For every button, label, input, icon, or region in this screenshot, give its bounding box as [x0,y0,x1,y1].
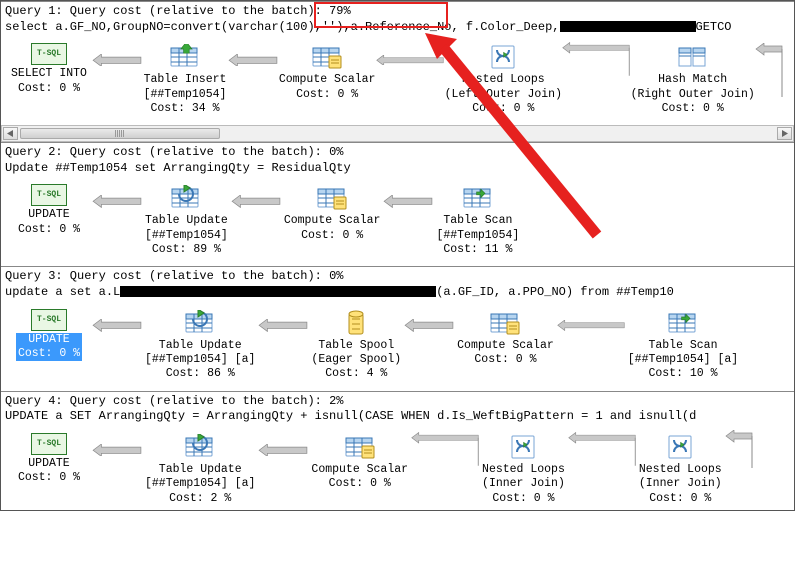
hash-match-icon [676,43,710,71]
query-2-title: Query 2: Query cost (relative to the bat… [5,145,329,159]
query-3-cost: 0% [329,269,343,283]
query-2-cost: 0% [329,145,343,159]
compute-scalar-icon [310,43,344,71]
query-1-sql-b: GETCO [696,20,732,34]
plan-node-table-scan[interactable]: Table Scan [##Temp1054] [a] Cost: 10 % [628,309,738,382]
plan-node-table-spool[interactable]: Table Spool (Eager Spool) Cost: 4 % [311,309,401,382]
query-3-sql-a: update a set a.L [5,285,120,299]
plan-arrow-icon [228,184,284,218]
plan-arrow-icon [89,43,145,77]
query-1-plan[interactable]: T-SQL SELECT INTO Cost: 0 % Table Insert… [1,37,794,125]
plan-arrow-icon [255,309,311,343]
compute-scalar-icon [488,309,522,337]
table-scan-icon [461,184,495,212]
plan-node-nested-loops[interactable]: Nested Loops (Left Outer Join) Cost: 0 % [447,43,559,116]
table-update-icon [183,433,217,461]
plan-node-table-insert[interactable]: Table Insert [##Temp1054] Cost: 34 % [145,43,225,116]
plan-node-update[interactable]: T-SQL UPDATE Cost: 0 % [9,184,89,237]
query-3-title: Query 3: Query cost (relative to the bat… [5,269,329,283]
query-4-block: Query 4: Query cost (relative to the bat… [1,391,794,510]
compute-scalar-icon [343,433,377,461]
plan-node-nested-loops[interactable]: Nested Loops (Inner Join) Cost: 0 % [639,433,722,506]
query-3-sql-b: (a.GF_ID, a.PPO_NO) from ##Temp10 [436,285,674,299]
query-4-sql: UPDATE a SET ArrangingQty = ArrangingQty… [5,409,696,423]
query-4-cost: 2% [329,394,343,408]
nested-loops-icon [663,433,697,461]
query-2-block: Query 2: Query cost (relative to the bat… [1,142,794,266]
query-3-plan[interactable]: T-SQL UPDATE Cost: 0 % Table Update [##T… [1,303,794,391]
query-4-title: Query 4: Query cost (relative to the bat… [5,394,329,408]
plan-arrow-icon [554,309,628,343]
plan-arrow-icon [565,433,639,467]
plan-node-table-update[interactable]: Table Update [##Temp1054] Cost: 89 % [145,184,228,257]
query-1-sql-a: select a.GF_NO,GroupNO=convert(varchar(1… [5,20,560,34]
plan-arrow-icon [89,433,145,467]
plan-node-compute-scalar[interactable]: Compute Scalar Cost: 0 % [311,433,408,492]
query-2-sql: Update ##Temp1054 set ArrangingQty = Res… [5,161,351,175]
query-4-header: Query 4: Query cost (relative to the bat… [1,392,794,427]
query-3-block: Query 3: Query cost (relative to the bat… [1,266,794,390]
redaction [560,21,696,32]
tsql-icon: T-SQL [31,184,67,206]
plan-node-table-update[interactable]: Table Update [##Temp1054] [a] Cost: 2 % [145,433,255,506]
tsql-icon: T-SQL [31,43,67,65]
plan-arrow-icon [559,43,633,77]
query-1-block: Query 1: Query cost (relative to the bat… [1,1,794,142]
plan-node-table-update[interactable]: Table Update [##Temp1054] [a] Cost: 86 % [145,309,255,382]
plan-node-update[interactable]: T-SQL UPDATE Cost: 0 % [9,433,89,486]
query-2-header: Query 2: Query cost (relative to the bat… [1,143,794,178]
plan-arrow-icon [373,43,447,77]
plan-arrow-icon [408,433,482,467]
plan-node-nested-loops[interactable]: Nested Loops (Inner Join) Cost: 0 % [482,433,565,506]
plan-arrow-icon [752,43,786,103]
scroll-right-button[interactable] [777,127,792,140]
plan-arrow-icon [380,184,436,218]
query-1-cost: 79% [329,4,351,18]
scroll-left-button[interactable] [3,127,18,140]
tsql-icon: T-SQL [31,309,67,331]
nested-loops-icon [506,433,540,461]
query-1-title: Query 1: Query cost (relative to the bat… [5,4,329,18]
plan-arrow-icon [89,309,145,343]
query-1-header: Query 1: Query cost (relative to the bat… [1,2,794,37]
query-2-plan[interactable]: T-SQL UPDATE Cost: 0 % Table Update [##T… [1,178,794,266]
plan-node-compute-scalar[interactable]: Compute Scalar Cost: 0 % [284,184,381,243]
plan-arrow-icon [722,433,756,467]
table-scan-icon [666,309,700,337]
plan-arrow-icon [401,309,457,343]
plan-node-hash-match[interactable]: Hash Match (Right Outer Join) Cost: 0 % [633,43,752,116]
plan-node-update-selected[interactable]: T-SQL UPDATE Cost: 0 % [9,309,89,362]
horizontal-scrollbar[interactable] [1,125,794,142]
plan-node-compute-scalar[interactable]: Compute Scalar Cost: 0 % [281,43,373,102]
table-insert-icon [168,43,202,71]
plan-arrow-icon [255,433,311,467]
table-spool-icon [339,309,373,337]
nested-loops-icon [486,43,520,71]
plan-node-table-scan[interactable]: Table Scan [##Temp1054] Cost: 11 % [436,184,519,257]
table-update-icon [183,309,217,337]
redaction [120,286,436,297]
plan-arrow-icon [225,43,281,77]
plan-node-select-into[interactable]: T-SQL SELECT INTO Cost: 0 % [9,43,89,96]
plan-node-compute-scalar[interactable]: Compute Scalar Cost: 0 % [457,309,554,368]
query-4-plan[interactable]: T-SQL UPDATE Cost: 0 % Table Update [##T… [1,427,794,510]
plan-arrow-icon [89,184,145,218]
compute-scalar-icon [315,184,349,212]
tsql-icon: T-SQL [31,433,67,455]
scroll-thumb[interactable] [20,128,220,139]
query-3-header: Query 3: Query cost (relative to the bat… [1,267,794,302]
table-update-icon [169,184,203,212]
